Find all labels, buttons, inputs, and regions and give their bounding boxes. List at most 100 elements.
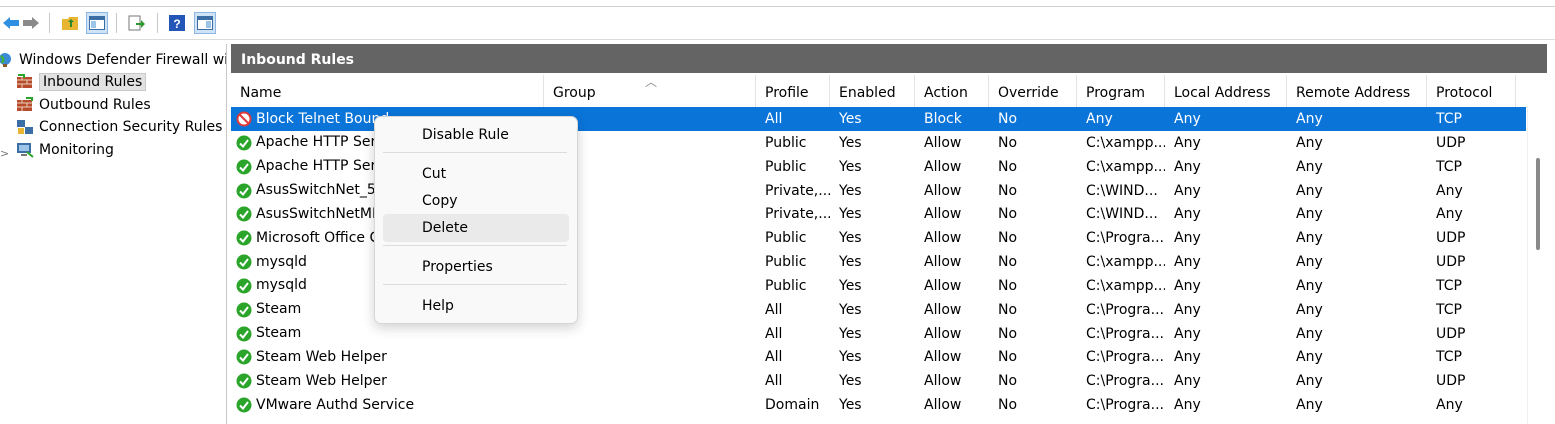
menu-separator [383,152,567,153]
allow-rule-icon [236,254,252,270]
firewall-globe-icon [0,53,11,67]
export-list-icon[interactable] [126,12,148,34]
column-header-protocol[interactable]: Protocol [1427,75,1516,107]
cell-action: Allow [924,301,962,318]
scrollbar-thumb[interactable] [1536,158,1540,250]
column-header-program[interactable]: Program [1077,75,1165,107]
tree-root-firewall[interactable]: Windows Defender Firewall with [0,49,227,71]
cell-local-address: Any [1174,230,1201,247]
menu-separator [383,284,567,285]
column-header-profile[interactable]: Profile [756,75,830,107]
rule-name: AsusSwitchNet_56 [256,182,385,199]
rule-name: Steam [256,325,302,342]
cell-program: C:\xampp... [1086,134,1165,151]
column-header-local-address[interactable]: Local Address [1165,75,1287,107]
connection-security-icon [17,120,33,134]
column-header-override[interactable]: Override [989,75,1077,107]
rule-name: VMware Authd Service [256,396,415,413]
cell-program: C:\Progra... [1086,373,1164,390]
table-row[interactable]: Steam All Yes Allow No C:\Progra... Any … [231,322,1526,346]
table-row[interactable]: VMware Authd Service Domain Yes Allow No… [231,393,1526,417]
tree-root-label: Windows Defender Firewall with [19,52,227,68]
cell-local-address: Any [1174,206,1201,223]
cell-local-address: Any [1174,158,1201,175]
allow-rule-icon [236,373,252,389]
cell-protocol: Any [1436,397,1463,414]
rule-name: Apache HTTP Serv [256,158,385,175]
cell-program: C:\Progra... [1086,230,1164,247]
help-icon[interactable]: ? [166,12,188,34]
toolbar-separator [157,13,158,33]
pane-title: Inbound Rules [231,44,1547,73]
table-row[interactable]: Steam Web Helper All Yes Allow No C:\Pro… [231,369,1526,393]
cell-action: Allow [924,325,962,342]
allow-rule-icon [236,135,252,151]
cell-name: VMware Authd Service [231,393,544,417]
tree-item-monitoring[interactable]: Monitoring [16,139,114,161]
cell-profile: All [765,111,783,127]
cell-enabled: Yes [839,182,862,199]
cell-remote-address: Any [1296,158,1323,175]
cell-remote-address: Any [1296,182,1323,199]
rule-name: mysqld [256,277,307,294]
cell-profile: Private,... [765,182,830,199]
tree-item-inbound-rules[interactable]: Inbound Rules [16,71,147,93]
menu-item-copy[interactable]: Copy [383,187,569,215]
cell-program: C:\Progra... [1086,349,1164,366]
cell-local-address: Any [1174,134,1201,151]
cell-override: No [998,373,1018,390]
allow-rule-icon [236,206,252,222]
cell-enabled: Yes [839,325,862,342]
cell-local-address: Any [1174,325,1201,342]
menu-item-help[interactable]: Help [383,292,569,320]
cell-override: No [998,111,1018,127]
cell-override: No [998,182,1018,199]
context-menu: Disable Rule Cut Copy Delete Properties … [374,116,578,324]
up-folder-icon[interactable] [59,12,81,34]
rule-name: Steam Web Helper [256,372,387,389]
cell-protocol: TCP [1436,301,1462,318]
column-header-name[interactable]: Name [231,75,544,107]
tree-item-label: Inbound Rules [39,73,147,91]
cell-profile: All [765,325,783,342]
cell-local-address: Any [1174,277,1201,294]
cell-enabled: Yes [839,373,862,390]
cell-enabled: Yes [839,111,862,127]
menu-item-cut[interactable]: Cut [383,160,569,188]
show-hide-tree-icon[interactable] [86,12,108,34]
vertical-scrollbar[interactable] [1527,107,1548,424]
menu-item-disable-rule[interactable]: Disable Rule [383,121,569,149]
expand-chevron-icon[interactable]: > [0,147,9,160]
menu-item-delete[interactable]: Delete [383,214,569,242]
allow-rule-icon [236,397,252,413]
cell-protocol: UDP [1436,254,1466,271]
back-arrow-icon[interactable] [0,12,22,34]
cell-name: Steam Web Helper [231,369,544,393]
cell-profile: Public [765,158,807,175]
cell-profile: Public [765,134,807,151]
table-row[interactable]: Steam Web Helper All Yes Allow No C:\Pro… [231,345,1526,369]
column-header-remote-address[interactable]: Remote Address [1287,75,1427,107]
column-header-enabled[interactable]: Enabled [830,75,915,107]
cell-enabled: Yes [839,397,862,414]
navigation-tree: Windows Defender Firewall with Inbound R… [0,44,227,424]
menu-separator [383,245,567,246]
cell-enabled: Yes [839,254,862,271]
cell-enabled: Yes [839,158,862,175]
show-hide-action-pane-icon[interactable] [194,12,216,34]
rule-name: Steam [256,301,302,318]
tree-item-label: Connection Security Rules [39,119,223,135]
forward-arrow-icon[interactable] [20,12,42,34]
cell-profile: Public [765,277,807,294]
cell-local-address: Any [1174,111,1201,127]
cell-program: C:\xampp... [1086,277,1165,294]
menu-item-properties[interactable]: Properties [383,253,569,281]
column-header-action[interactable]: Action [915,75,989,107]
cell-program: C:\WIND... [1086,182,1158,199]
toolbar-separator [116,13,117,33]
tree-item-outbound-rules[interactable]: Outbound Rules [16,94,151,116]
tree-item-connection-security-rules[interactable]: Connection Security Rules [16,116,222,138]
cell-action: Allow [924,182,962,199]
cell-program: C:\Progra... [1086,397,1164,414]
allow-rule-icon [236,230,252,246]
